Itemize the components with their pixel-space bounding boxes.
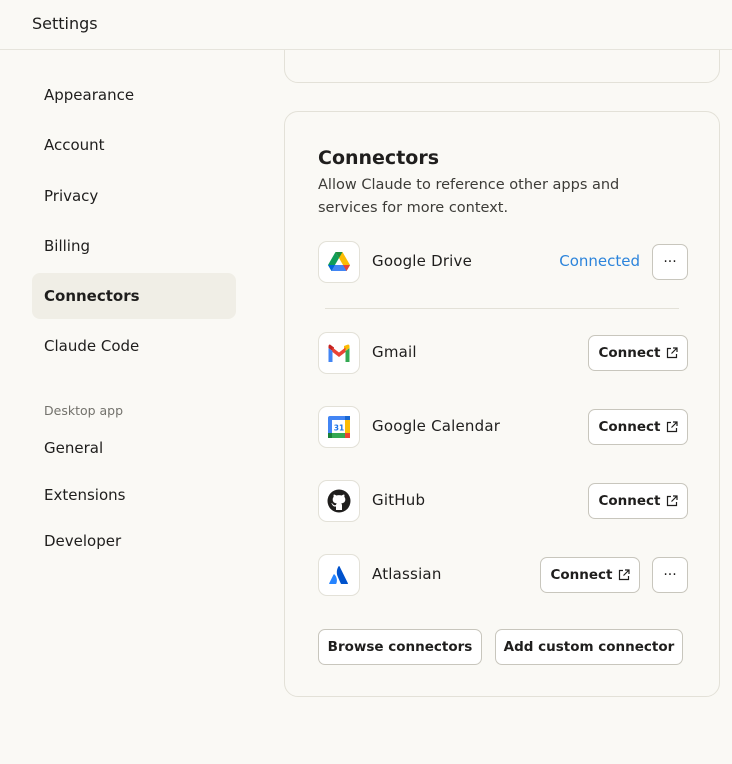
page-title: Settings xyxy=(32,14,98,33)
sidebar-item-billing[interactable]: Billing xyxy=(32,223,236,269)
sidebar-item-appearance[interactable]: Appearance xyxy=(32,72,236,118)
connector-name: GitHub xyxy=(372,491,426,509)
connect-button[interactable]: Connect xyxy=(588,335,688,371)
github-icon xyxy=(318,480,360,522)
connect-button[interactable]: Connect xyxy=(588,409,688,445)
sidebar-item-account[interactable]: Account xyxy=(32,122,236,168)
divider xyxy=(325,308,679,309)
external-link-icon xyxy=(618,569,630,581)
add-custom-connector-button[interactable]: Add custom connector xyxy=(495,629,683,665)
connected-status: Connected xyxy=(559,252,640,270)
connect-label: Connect xyxy=(598,493,661,509)
connector-row-gmail: Gmail Connect xyxy=(318,332,688,374)
external-link-icon xyxy=(666,347,678,359)
external-link-icon xyxy=(666,495,678,507)
sidebar-item-claude-code[interactable]: Claude Code xyxy=(32,323,236,369)
connect-label: Connect xyxy=(550,567,613,583)
sidebar-item-general[interactable]: General xyxy=(32,425,236,471)
more-icon: ··· xyxy=(663,254,677,270)
connectors-description: Allow Claude to reference other apps and… xyxy=(318,177,620,216)
gmail-icon xyxy=(318,332,360,374)
connector-row-atlassian: Atlassian Connect ··· xyxy=(318,554,688,596)
external-link-icon xyxy=(666,421,678,433)
google-calendar-icon: 31 xyxy=(318,406,360,448)
connector-row-google-drive: Google Drive Connected ··· xyxy=(318,241,688,283)
connectors-card: Connectors Allow Claude to reference oth… xyxy=(284,111,720,697)
connector-name: Atlassian xyxy=(372,565,442,583)
sidebar-item-extensions[interactable]: Extensions xyxy=(32,472,236,518)
connector-name: Google Drive xyxy=(372,252,473,270)
connect-button[interactable]: Connect xyxy=(540,557,640,593)
connector-row-google-calendar: 31 Google Calendar Connect xyxy=(318,406,688,448)
connect-label: Connect xyxy=(598,345,661,361)
connectors-title: Connectors xyxy=(318,147,440,169)
connect-label: Connect xyxy=(598,419,661,435)
more-icon: ··· xyxy=(663,567,677,583)
svg-text:31: 31 xyxy=(334,424,344,433)
atlassian-icon xyxy=(318,554,360,596)
connect-button[interactable]: Connect xyxy=(588,483,688,519)
sidebar-item-connectors[interactable]: Connectors xyxy=(32,273,236,319)
browse-connectors-button[interactable]: Browse connectors xyxy=(318,629,482,665)
more-options-button[interactable]: ··· xyxy=(652,557,688,593)
connector-row-github: GitHub Connect xyxy=(318,480,688,522)
sidebar-item-privacy[interactable]: Privacy xyxy=(32,173,236,219)
sidebar-item-developer[interactable]: Developer xyxy=(32,518,236,564)
sidebar-section-desktop-app: Desktop app xyxy=(44,403,124,418)
connector-name: Google Calendar xyxy=(372,417,501,435)
connector-name: Gmail xyxy=(372,343,417,361)
more-options-button[interactable]: ··· xyxy=(652,244,688,280)
google-drive-icon xyxy=(318,241,360,283)
top-bar: Settings xyxy=(0,0,732,50)
